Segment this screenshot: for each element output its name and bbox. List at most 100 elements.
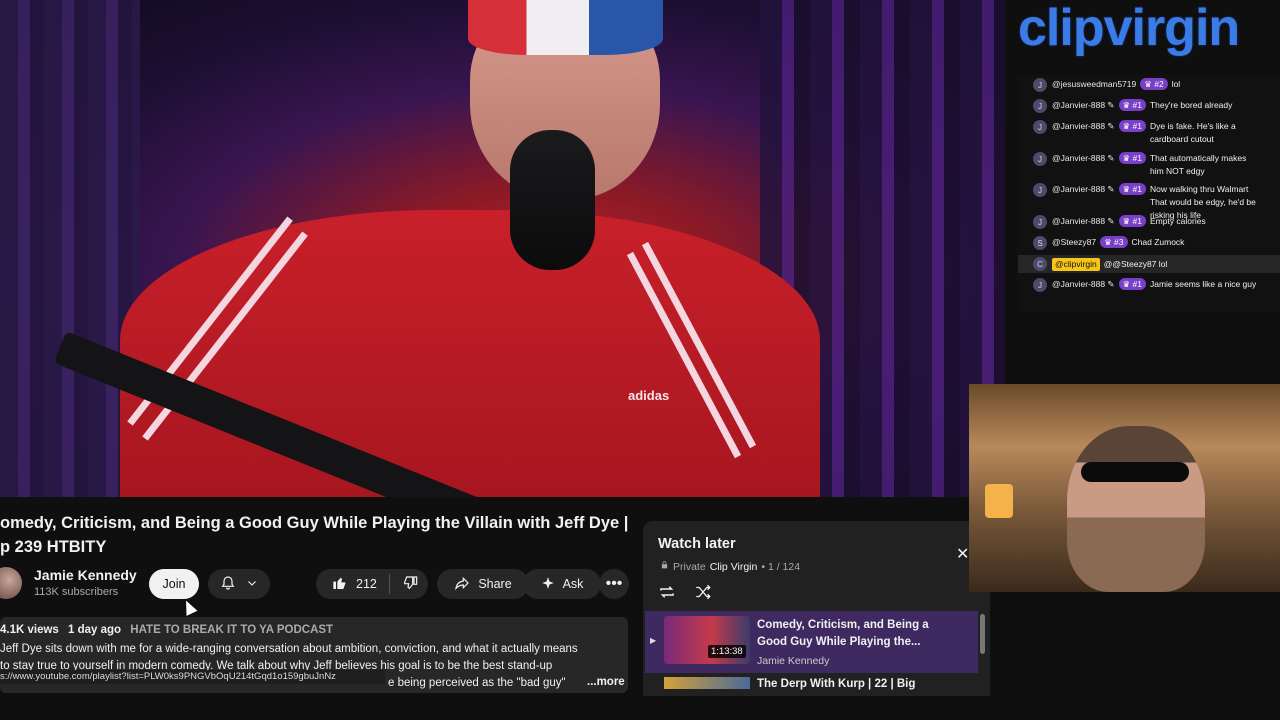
playlist-item-title[interactable]: Comedy, Criticism, and Being a Good Guy …	[757, 617, 957, 651]
chat-avatar: J	[1033, 120, 1047, 134]
close-icon[interactable]: ✕	[956, 544, 969, 564]
playlist-item-channel: Jamie Kennedy	[757, 655, 830, 667]
chat-avatar: C	[1033, 257, 1047, 271]
chat-avatar: J	[1033, 152, 1047, 166]
chat-username: @Janvier-888 ✎	[1052, 279, 1115, 289]
notification-bell-button[interactable]	[208, 569, 270, 599]
video-subject	[120, 210, 820, 497]
mouse-cursor	[180, 598, 198, 616]
chevron-down-icon	[246, 576, 258, 592]
chat-message: J @jesusweedman5719 ♛ #2 lol	[1018, 78, 1280, 92]
chat-text: Empty calories	[1149, 216, 1206, 226]
view-count: 4.1K views	[0, 624, 59, 636]
jacket-logo: adidas	[628, 388, 670, 403]
share-label: Share	[478, 577, 512, 591]
background-curtain	[0, 0, 140, 497]
description-line: Jeff Dye sits down with me for a wide-ra…	[0, 643, 578, 655]
loop-icon[interactable]	[657, 583, 677, 606]
chat-text: Dye is fake. He's like a cardboard cutou…	[1149, 121, 1236, 144]
chat-rank-badge: ♛ #2	[1140, 78, 1168, 90]
share-button[interactable]: Share	[437, 569, 529, 599]
chat-text: @@Steezy87 lol	[1103, 258, 1168, 269]
hashtag-link[interactable]: HATE TO BREAK IT TO YA PODCAST	[130, 624, 333, 636]
playlist-title[interactable]: Watch later	[658, 536, 736, 552]
chat-rank-badge: ♛ #1	[1118, 120, 1146, 132]
video-duration: 1:13:38	[708, 645, 746, 658]
chat-rank-badge: ♛ #1	[1118, 183, 1146, 195]
video-title-line: omedy, Criticism, and Being a Good Guy W…	[0, 514, 629, 532]
chat-username: @Janvier-888 ✎	[1052, 153, 1115, 163]
stream-brand-logo: clipvirgin	[1018, 0, 1240, 57]
chat-username: @Janvier-888 ✎	[1052, 100, 1115, 110]
playlist-subtitle: Private Clip Virgin • 1 / 124	[660, 560, 800, 573]
playlist-owner[interactable]: Clip Virgin	[710, 561, 758, 573]
chat-username: @Janvier-888 ✎	[1052, 216, 1115, 226]
playlist-position: • 1 / 124	[761, 560, 801, 573]
playlist-privacy: Private	[673, 560, 706, 573]
upload-age: 1 day ago	[68, 624, 122, 636]
chat-message: J @Janvier-888 ✎ ♛ #1 Jamie seems like a ni…	[1018, 278, 1280, 292]
video-title-line: p 239 HTBITY	[0, 538, 107, 556]
like-count: 212	[356, 577, 377, 591]
ask-label: Ask	[562, 577, 584, 591]
thumbs-up-icon	[332, 575, 348, 594]
thumbs-down-icon	[402, 575, 418, 594]
chat-text: Chad Zumock	[1131, 237, 1185, 247]
chat-rank-badge: ♛ #3	[1100, 236, 1128, 248]
description-text: Jeff Dye sits down with me for a wide-ra…	[0, 641, 610, 692]
chat-avatar: S	[1033, 236, 1047, 250]
lock-icon	[660, 560, 669, 573]
live-chat-overlay: J @jesusweedman5719 ♛ #2 lol J @Janvier-888 ✎…	[1018, 75, 1280, 311]
chat-message: J @Janvier-888 ✎ ♛ #1 Empty calories	[1018, 215, 1280, 229]
channel-name[interactable]: Jamie Kennedy	[34, 567, 137, 583]
video-player[interactable]: adidas	[0, 0, 1005, 497]
ask-button[interactable]: Ask	[523, 569, 601, 599]
playlist-item-title[interactable]: The Derp With Kurp | 22 | Big	[757, 678, 915, 690]
chat-text: lol	[1171, 79, 1181, 89]
background-lamp	[985, 484, 1013, 518]
description-more-link[interactable]: ...more	[587, 676, 625, 688]
dislike-button[interactable]	[390, 575, 430, 594]
chat-message: J @Janvier-888 ✎ ♛ #1 Dye is fake. He's lik…	[1018, 120, 1280, 146]
webcam-feed	[969, 384, 1280, 592]
chat-avatar: J	[1033, 78, 1047, 92]
chat-text: Jamie seems like a nice guy	[1149, 279, 1257, 289]
chat-username: @jesusweedman5719	[1052, 79, 1137, 89]
chat-username: @Janvier-888 ✎	[1052, 121, 1115, 131]
chat-text: That automatically makes him NOT edgy	[1149, 153, 1247, 176]
play-indicator-icon: ▶	[650, 636, 657, 645]
join-button[interactable]: Join	[149, 569, 199, 599]
chat-rank-badge: ♛ #1	[1118, 152, 1146, 164]
chat-avatar: J	[1033, 215, 1047, 229]
chat-avatar: J	[1033, 99, 1047, 113]
sparkle-icon	[541, 576, 555, 593]
chat-message: S @Steezy87 ♛ #3 Chad Zumock	[1018, 236, 1280, 250]
subscriber-count: 113K subscribers	[34, 586, 119, 598]
chat-rank-badge: ♛ #1	[1118, 278, 1146, 290]
chat-username: @Steezy87	[1052, 237, 1097, 247]
chat-message: C @clipvirgin @@Steezy87 lol	[1018, 255, 1280, 273]
chat-message: J @Janvier-888 ✎ ♛ #1 That automatically ma…	[1018, 152, 1280, 178]
streamer-face	[1067, 426, 1205, 592]
video-subject-cap	[468, 0, 663, 55]
streamer-sunglasses	[1081, 462, 1189, 482]
channel-avatar[interactable]	[0, 567, 22, 599]
playlist-scrollbar[interactable]	[980, 614, 985, 654]
chat-message: J @Janvier-888 ✎ ♛ #1 They're bored already	[1018, 99, 1280, 113]
playlist-item-thumbnail[interactable]	[664, 677, 750, 689]
more-actions-button[interactable]: •••	[599, 569, 629, 599]
microphone	[510, 130, 595, 270]
bell-icon	[220, 575, 236, 594]
video-title: omedy, Criticism, and Being a Good Guy W…	[0, 511, 640, 559]
share-arrow-icon	[454, 575, 470, 594]
shuffle-icon[interactable]	[693, 583, 713, 606]
description-meta: 4.1K views 1 day ago HATE TO BREAK IT TO…	[0, 624, 333, 636]
chat-rank-badge: ♛ #1	[1118, 99, 1146, 111]
chat-avatar: J	[1033, 183, 1047, 197]
status-bar-url: s://www.youtube.com/playlist?list=PLW0ks…	[0, 670, 385, 684]
like-dislike-group: 212	[316, 569, 428, 599]
like-button[interactable]: 212	[316, 574, 390, 594]
chat-text: They're bored already	[1149, 100, 1233, 110]
chat-avatar: J	[1033, 278, 1047, 292]
chat-username: @clipvirgin	[1052, 257, 1100, 271]
